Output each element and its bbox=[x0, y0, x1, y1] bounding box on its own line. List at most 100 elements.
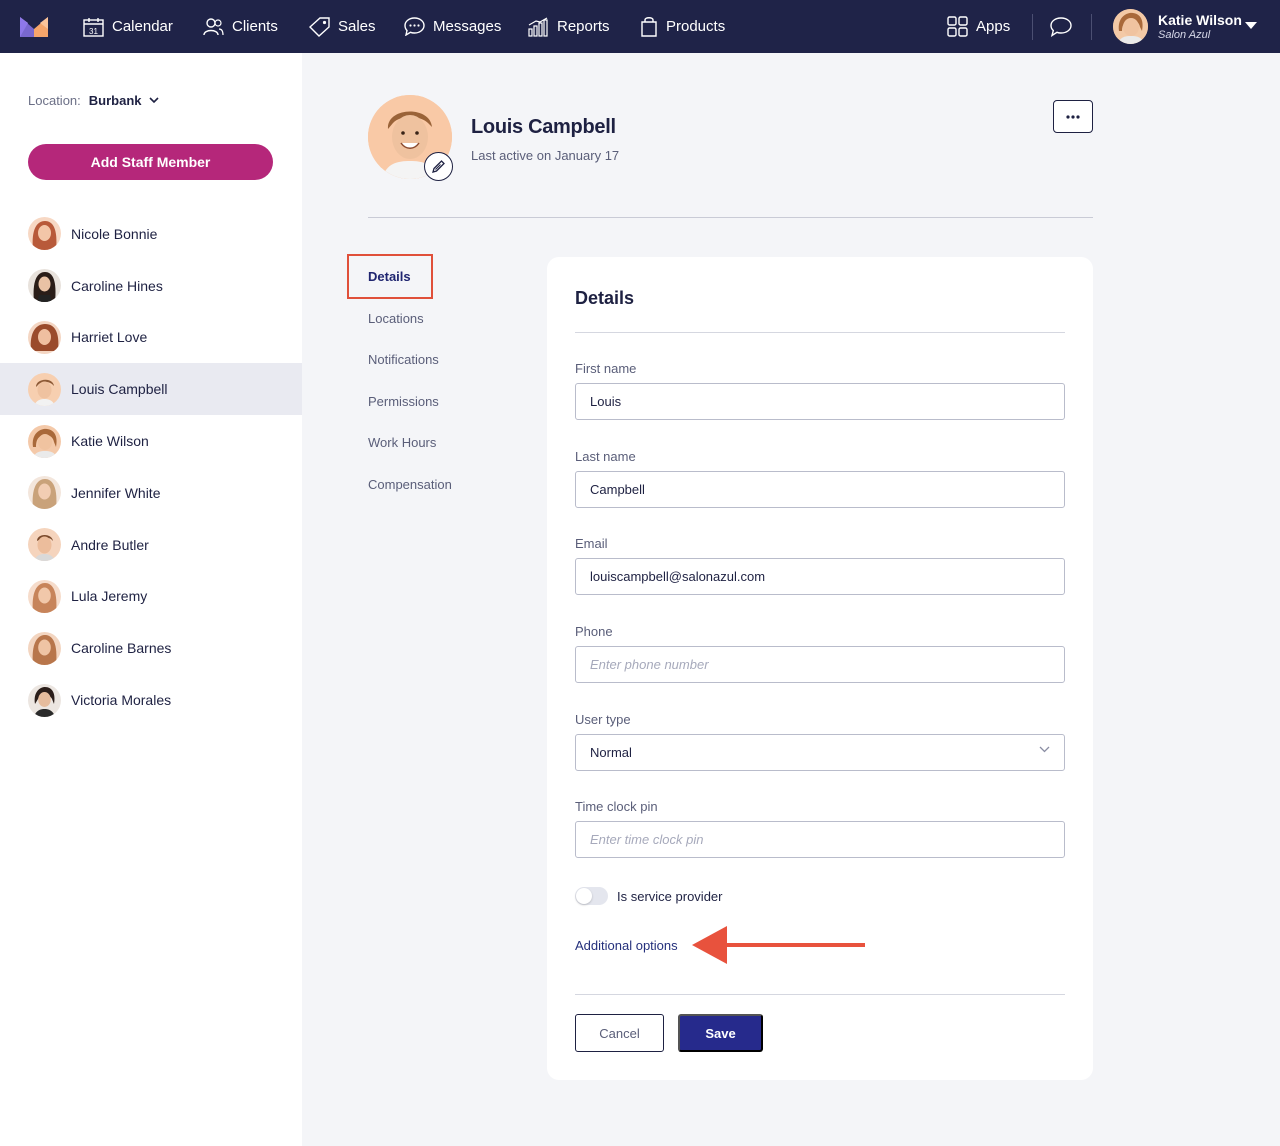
card-title: Details bbox=[575, 288, 635, 308]
tab-notifications[interactable]: Notifications bbox=[368, 352, 439, 367]
bar-chart-icon bbox=[528, 16, 548, 37]
nav-divider bbox=[1091, 14, 1092, 40]
profile-name: Louis Campbell bbox=[471, 116, 616, 138]
user-type-label: User type bbox=[575, 712, 631, 727]
staff-name: Victoria Morales bbox=[71, 692, 172, 709]
nav-apps[interactable]: Apps bbox=[947, 0, 1010, 53]
nav-clients-label: Clients bbox=[232, 18, 278, 35]
staff-sidebar: Location: Burbank Add Staff Member Nicol… bbox=[0, 53, 302, 1146]
phone-label: Phone bbox=[575, 624, 613, 639]
time-clock-pin-field[interactable] bbox=[575, 821, 1065, 858]
staff-name: Lula Jeremy bbox=[71, 588, 148, 605]
avatar bbox=[28, 269, 61, 303]
service-provider-label: Is service provider bbox=[617, 889, 723, 904]
speech-bubble-icon bbox=[1050, 16, 1072, 37]
user-type-value: Normal bbox=[590, 745, 632, 760]
avatar bbox=[28, 372, 61, 406]
chevron-down-icon bbox=[1039, 746, 1050, 753]
user-avatar bbox=[1113, 9, 1148, 44]
nav-messages[interactable]: Messages bbox=[404, 0, 501, 53]
tab-details[interactable]: Details bbox=[347, 254, 433, 299]
nav-products-label: Products bbox=[666, 18, 726, 35]
nav-products[interactable]: Products bbox=[640, 0, 725, 53]
staff-name: Andre Butler bbox=[71, 536, 149, 553]
pencil-icon bbox=[432, 160, 445, 173]
save-button[interactable]: Save bbox=[678, 1014, 763, 1052]
header-divider bbox=[368, 217, 1093, 218]
avatar bbox=[28, 424, 61, 458]
nav-sales[interactable]: Sales bbox=[309, 0, 376, 53]
avatar bbox=[28, 528, 61, 562]
first-name-label: First name bbox=[575, 361, 637, 376]
avatar bbox=[28, 683, 61, 717]
staff-item-louis-campbell[interactable]: Louis Campbell bbox=[0, 363, 302, 416]
staff-name: Harriet Love bbox=[71, 329, 148, 346]
additional-options-link[interactable]: Additional options bbox=[575, 938, 678, 953]
annotation-arrow-icon bbox=[692, 926, 865, 964]
nav-reports[interactable]: Reports bbox=[528, 0, 610, 53]
user-menu[interactable]: Katie Wilson Salon Azul bbox=[1113, 9, 1242, 44]
staff-item-katie-wilson[interactable]: Katie Wilson bbox=[0, 415, 302, 467]
email-label: Email bbox=[575, 536, 608, 551]
nav-reports-label: Reports bbox=[557, 18, 610, 35]
location-label: Location: bbox=[28, 93, 81, 108]
cancel-button[interactable]: Cancel bbox=[575, 1014, 664, 1052]
edit-photo-button[interactable] bbox=[424, 152, 453, 181]
staff-name: Jennifer White bbox=[71, 484, 161, 501]
email-field[interactable] bbox=[575, 558, 1065, 595]
first-name-field[interactable] bbox=[575, 383, 1065, 420]
nav-chat-button[interactable] bbox=[1050, 0, 1080, 53]
nav-divider bbox=[1032, 14, 1033, 40]
shopping-bag-icon bbox=[641, 17, 657, 37]
avatar bbox=[28, 217, 61, 251]
staff-name: Caroline Hines bbox=[71, 277, 163, 294]
chevron-down-icon bbox=[148, 97, 159, 104]
user-menu-caret-icon[interactable] bbox=[1245, 22, 1257, 29]
avatar bbox=[28, 476, 61, 510]
staff-item-harriet-love[interactable]: Harriet Love bbox=[0, 312, 302, 364]
staff-name: Nicole Bonnie bbox=[71, 225, 158, 242]
svg-text:31: 31 bbox=[89, 27, 98, 36]
avatar bbox=[28, 320, 61, 354]
staff-item-caroline-hines[interactable]: Caroline Hines bbox=[0, 260, 302, 312]
tag-icon bbox=[309, 16, 330, 37]
service-provider-toggle[interactable] bbox=[575, 887, 608, 905]
card-divider bbox=[575, 332, 1065, 333]
staff-name: Caroline Barnes bbox=[71, 640, 172, 657]
card-divider bbox=[575, 994, 1065, 995]
phone-field[interactable] bbox=[575, 646, 1065, 683]
last-name-field[interactable] bbox=[575, 471, 1065, 508]
last-name-label: Last name bbox=[575, 449, 636, 464]
staff-item-caroline-barnes[interactable]: Caroline Barnes bbox=[0, 622, 302, 674]
tab-locations[interactable]: Locations bbox=[368, 311, 424, 326]
app-logo[interactable] bbox=[20, 15, 48, 37]
staff-item-andre-butler[interactable]: Andre Butler bbox=[0, 519, 302, 571]
staff-list: Nicole Bonnie Caroline Hines Harriet Lov… bbox=[0, 208, 302, 726]
tab-work-hours[interactable]: Work Hours bbox=[368, 435, 436, 450]
avatar bbox=[28, 631, 61, 665]
staff-item-lula-jeremy[interactable]: Lula Jeremy bbox=[0, 571, 302, 623]
user-business: Salon Azul bbox=[1158, 29, 1211, 41]
nav-messages-label: Messages bbox=[433, 18, 502, 35]
add-staff-member-button[interactable]: Add Staff Member bbox=[28, 144, 273, 180]
user-type-select[interactable]: Normal bbox=[575, 734, 1065, 771]
toggle-knob bbox=[576, 888, 592, 904]
nav-apps-label: Apps bbox=[976, 18, 1011, 35]
more-options-button[interactable] bbox=[1053, 100, 1093, 133]
tab-permissions[interactable]: Permissions bbox=[368, 394, 439, 409]
nav-sales-label: Sales bbox=[338, 18, 376, 35]
tab-compensation[interactable]: Compensation bbox=[368, 477, 452, 492]
top-nav: 31 Calendar Clients Sales Messages Repor… bbox=[0, 0, 1280, 53]
staff-item-victoria-morales[interactable]: Victoria Morales bbox=[0, 674, 302, 726]
staff-name: Katie Wilson bbox=[71, 433, 149, 450]
details-card: Details First name Last name Email Phone… bbox=[547, 257, 1093, 1080]
location-selector[interactable]: Location: Burbank bbox=[28, 93, 159, 108]
nav-clients[interactable]: Clients bbox=[203, 0, 278, 53]
staff-item-nicole-bonnie[interactable]: Nicole Bonnie bbox=[0, 208, 302, 260]
time-clock-pin-label: Time clock pin bbox=[575, 799, 658, 814]
staff-item-jennifer-white[interactable]: Jennifer White bbox=[0, 467, 302, 519]
staff-name: Louis Campbell bbox=[71, 381, 168, 398]
nav-calendar[interactable]: 31 Calendar bbox=[83, 0, 173, 53]
nav-calendar-label: Calendar bbox=[112, 18, 173, 35]
clients-icon bbox=[203, 17, 224, 35]
